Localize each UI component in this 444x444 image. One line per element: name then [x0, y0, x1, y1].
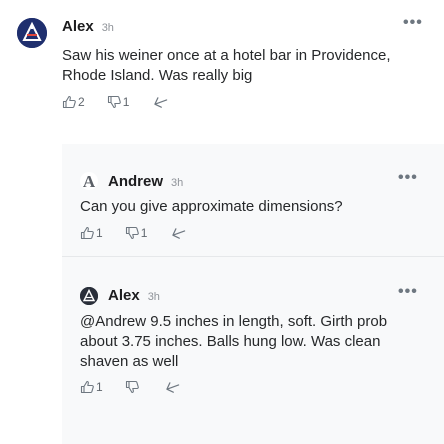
letter-a-avatar-icon: A	[83, 172, 96, 190]
dislike-button[interactable]: 1	[107, 95, 130, 109]
more-icon[interactable]: •••	[403, 14, 423, 32]
reply-divider	[62, 256, 444, 257]
alex-avatar-icon	[80, 287, 98, 305]
avatar[interactable]	[80, 287, 98, 305]
like-button[interactable]: 1	[80, 380, 103, 394]
reply-icon	[154, 97, 168, 108]
reply-time: 3h	[171, 177, 184, 189]
reply-button[interactable]	[171, 226, 187, 240]
avatar[interactable]: A	[80, 172, 98, 190]
alex-avatar-icon	[17, 18, 47, 48]
author-name[interactable]: Alex	[108, 287, 140, 304]
reply-text: @Andrew 9.5 inches in length, soft. Girt…	[80, 313, 388, 370]
reply-text: Can you give approximate dimensions?	[80, 198, 343, 215]
comment-text: Saw his weiner once at a hotel bar in Pr…	[62, 47, 391, 84]
thumbs-up-icon	[62, 95, 76, 109]
reply-button[interactable]	[153, 95, 169, 109]
reply-actions: 1	[80, 380, 181, 394]
thumbs-down-icon	[107, 95, 121, 109]
like-count: 1	[96, 380, 103, 394]
reply-author[interactable]: Alex 3h	[108, 287, 160, 304]
reply-actions: 1 1	[80, 226, 187, 240]
reply-button[interactable]	[165, 380, 181, 394]
thumbs-down-icon	[125, 380, 139, 394]
more-icon[interactable]: •••	[398, 169, 418, 187]
more-icon[interactable]: •••	[398, 283, 418, 301]
like-count: 1	[96, 226, 103, 240]
like-button[interactable]: 1	[80, 226, 103, 240]
avatar[interactable]	[17, 18, 47, 48]
comment-actions: 2 1	[62, 95, 169, 109]
dislike-button[interactable]	[125, 380, 141, 394]
dislike-button[interactable]: 1	[125, 226, 148, 240]
thumbs-up-icon	[80, 226, 94, 240]
reply-author[interactable]: Andrew 3h	[108, 173, 183, 190]
author-name[interactable]: Andrew	[108, 173, 163, 190]
comment-time: 3h	[101, 22, 114, 34]
reply-icon	[165, 382, 179, 393]
author-name[interactable]: Alex	[62, 18, 94, 35]
like-button[interactable]: 2	[62, 95, 85, 109]
dislike-count: 1	[122, 95, 130, 109]
reply-time: 3h	[147, 291, 160, 303]
comment-author[interactable]: Alex 3h	[62, 18, 114, 35]
svg-text:A: A	[83, 172, 96, 190]
dislike-count: 1	[140, 226, 148, 240]
like-count: 2	[78, 95, 85, 109]
reply-icon	[172, 228, 186, 239]
thumbs-up-icon	[80, 380, 94, 394]
thumbs-down-icon	[125, 226, 139, 240]
